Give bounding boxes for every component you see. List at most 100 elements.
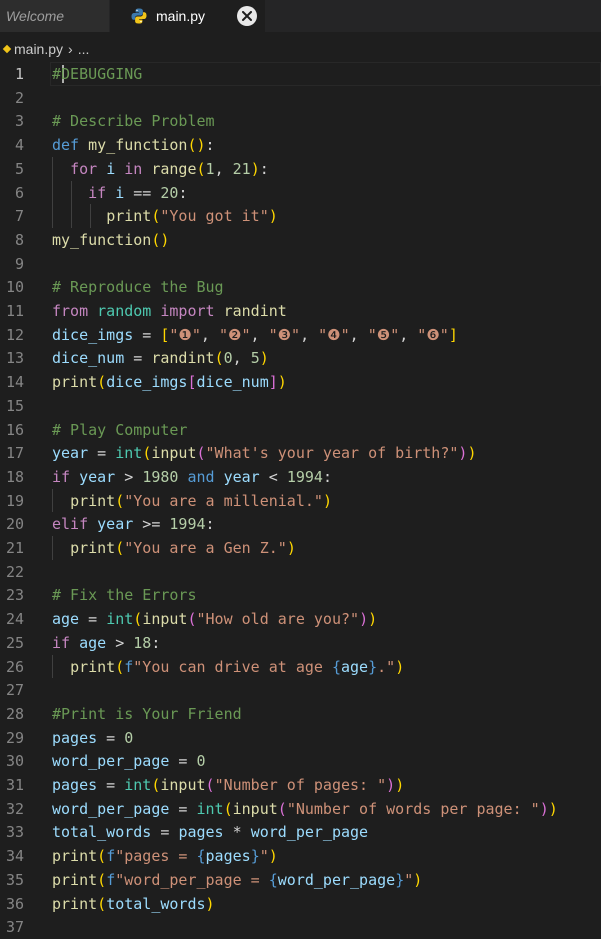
close-tab-icon[interactable]	[237, 6, 257, 26]
code-token: pages	[205, 847, 251, 866]
code-line[interactable]: 31 pages = int(input("Number of pages: ")…	[0, 773, 601, 797]
code-line[interactable]: 33 total_words = pages * word_per_page	[0, 820, 601, 844]
code-text: year = int(input("What's your year of bi…	[52, 441, 476, 465]
code-token: age	[79, 633, 107, 652]
code-token: "Number of words per page: "	[286, 799, 540, 818]
code-line[interactable]: 9	[0, 252, 601, 276]
code-text: #Print is Your Friend	[52, 702, 242, 726]
code-token: word_per_page	[277, 870, 396, 889]
code-token: print	[70, 491, 116, 510]
code-line[interactable]: 18 if year > 1980 and year < 1994:	[0, 465, 601, 489]
code-line[interactable]: 36 print(total_words)	[0, 892, 601, 916]
indent-guide	[90, 204, 91, 228]
line-number: 8	[14, 230, 24, 249]
code-line[interactable]: 27	[0, 678, 601, 702]
code-token: ,	[300, 325, 319, 344]
code-line[interactable]: 32 word_per_page = int(input("Number of w…	[0, 797, 601, 821]
python-icon	[130, 7, 148, 25]
code-line[interactable]: 11 from random import randint	[0, 299, 601, 323]
code-line[interactable]: 12 dice_imgs = ["❶", "❷", "❸", "❹", "❺", …	[0, 323, 601, 347]
code-line[interactable]: 34 print(f"pages = {pages}")	[0, 844, 601, 868]
line-number: 20	[5, 515, 24, 534]
code-token: my_function	[52, 230, 152, 249]
code-token: # Describe Problem	[52, 112, 215, 131]
code-token: =	[97, 728, 125, 747]
breadcrumb-more[interactable]: ...	[78, 41, 90, 57]
code-token: (	[196, 444, 206, 463]
code-token: )	[548, 799, 558, 818]
code-token: ,	[200, 325, 219, 344]
code-editor[interactable]: 1 #DEBUGGING 2 3 # Describe Problem 4 def my_f…	[0, 62, 601, 936]
code-line[interactable]: 20 elif year >= 1994:	[0, 512, 601, 536]
code-line[interactable]: 16 # Play Computer	[0, 418, 601, 442]
code-line[interactable]: 10 # Reproduce the Bug	[0, 275, 601, 299]
tab-bar: Welcome main.py	[0, 0, 601, 32]
code-token: if	[88, 183, 107, 202]
line-number: 27	[5, 681, 24, 700]
code-token: dice_num	[52, 349, 125, 368]
code-text: print("You are a millenial.")	[52, 489, 332, 513]
code-token: ."	[377, 657, 396, 676]
code-token: dice_num	[196, 373, 269, 392]
code-line[interactable]: 25 if age > 18:	[0, 631, 601, 655]
code-line[interactable]: 23 # Fix the Errors	[0, 583, 601, 607]
code-line[interactable]: 21 print("You are a Gen Z.")	[0, 536, 601, 560]
code-token: (	[214, 349, 224, 368]
indent-guide	[52, 156, 53, 228]
indent-guide	[52, 488, 53, 513]
code-line[interactable]: 13 dice_num = randint(0, 5)	[0, 346, 601, 370]
breadcrumb-file[interactable]: main.py	[14, 41, 63, 57]
code-line[interactable]: 4 def my_function():	[0, 133, 601, 157]
line-number: 28	[5, 704, 24, 723]
code-token: word_per_page	[250, 823, 369, 842]
code-line[interactable]: 17 year = int(input("What's your year of …	[0, 441, 601, 465]
code-line[interactable]: 2	[0, 86, 601, 110]
code-token: "	[404, 870, 414, 889]
code-line[interactable]: 26 print(f"You can drive at age {age}.")	[0, 655, 601, 679]
code-token: import	[160, 302, 215, 320]
code-line[interactable]: 35 print(f"word_per_page = {word_per_page…	[0, 868, 601, 892]
code-line[interactable]: 30 word_per_page = 0	[0, 749, 601, 773]
code-line[interactable]: 6 if i == 20:	[0, 181, 601, 205]
code-token: DEBUGGING	[61, 65, 143, 83]
code-token: # Play Computer	[52, 420, 188, 439]
code-text: # Reproduce the Bug	[52, 275, 224, 299]
code-line[interactable]: 1 #DEBUGGING	[0, 62, 601, 86]
code-token: :	[322, 467, 332, 486]
code-token: int	[196, 799, 224, 818]
code-token: {	[331, 657, 341, 676]
code-token: elif	[52, 515, 89, 534]
tab-welcome[interactable]: Welcome	[0, 0, 110, 32]
code-line[interactable]: 19 print("You are a millenial.")	[0, 489, 601, 513]
code-token: (	[97, 870, 107, 889]
code-line[interactable]: 29 pages = 0	[0, 726, 601, 750]
line-number: 2	[14, 88, 24, 107]
code-token: }	[368, 657, 378, 676]
code-token: )	[286, 539, 296, 557]
code-token: year	[79, 467, 116, 486]
code-line[interactable]: 8 my_function()	[0, 228, 601, 252]
code-token: =	[169, 752, 197, 771]
code-token: f	[106, 847, 116, 866]
code-line[interactable]: 37	[0, 915, 601, 939]
code-line[interactable]: 15	[0, 394, 601, 418]
code-line[interactable]: 22	[0, 560, 601, 584]
code-token: ]	[448, 325, 458, 344]
code-token: i	[106, 159, 116, 178]
code-line[interactable]: 3 # Describe Problem	[0, 109, 601, 133]
code-token: if	[52, 633, 71, 652]
code-token: )	[277, 373, 287, 392]
code-line[interactable]: 5 for i in range(1, 21):	[0, 157, 601, 181]
code-token: print	[106, 207, 152, 226]
code-line[interactable]: 14 print(dice_imgs[dice_num])	[0, 370, 601, 394]
code-token: word_per_page	[52, 752, 170, 771]
code-line[interactable]: 24 age = int(input("How old are you?"))	[0, 607, 601, 631]
tab-main-py[interactable]: main.py	[110, 0, 265, 32]
code-token: if	[52, 467, 71, 486]
code-line[interactable]: 28 #Print is Your Friend	[0, 702, 601, 726]
code-token: )	[539, 799, 549, 818]
